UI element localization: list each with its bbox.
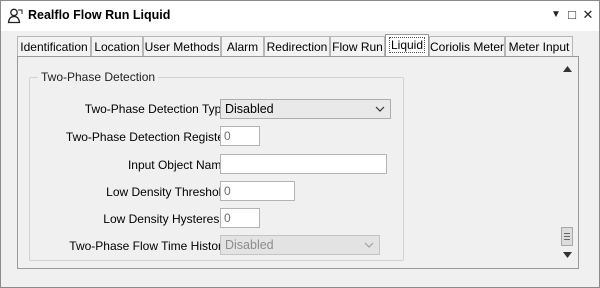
title-bar[interactable]: Realflo Flow Run Liquid ▼ □ ✕ [1, 1, 599, 31]
detection-type-value: Disabled [225, 102, 274, 116]
tab-redirection[interactable]: Redirection [264, 36, 330, 56]
close-icon[interactable]: ✕ [581, 7, 595, 23]
app-person-icon [7, 8, 23, 24]
tab-liquid[interactable]: Liquid [385, 34, 429, 57]
tab-flow-run[interactable]: Flow Run [330, 36, 385, 56]
chevron-down-icon [375, 106, 385, 112]
low-density-threshold-label: Low Density Threshold [106, 185, 228, 199]
chevron-down-icon [364, 242, 374, 248]
tab-alarm[interactable]: Alarm [221, 36, 264, 56]
flow-time-history-value: Disabled [225, 238, 274, 252]
tab-meter-input[interactable]: Meter Input [505, 36, 573, 56]
tab-identification[interactable]: Identification [17, 36, 91, 56]
detection-type-label: Two-Phase Detection Type [84, 102, 228, 116]
flow-time-history-select[interactable]: Disabled [220, 235, 380, 255]
input-object-name-input[interactable] [220, 154, 387, 174]
detection-register-input[interactable]: 0 [220, 126, 260, 146]
tab-panel: Two-Phase Detection Two-Phase Detection … [17, 56, 579, 269]
window-title: Realflo Flow Run Liquid [28, 8, 171, 22]
flow-time-history-label: Two-Phase Flow Time History [69, 239, 228, 253]
group-title: Two-Phase Detection [38, 70, 159, 84]
low-density-hysteresis-label: Low Density Hysteresis [103, 212, 228, 226]
scroll-down-arrow-icon[interactable] [563, 252, 572, 258]
scroll-up-arrow-icon[interactable] [563, 66, 572, 72]
scrollbar-thumb[interactable] [561, 227, 573, 246]
dropdown-arrow-icon[interactable]: ▼ [549, 7, 563, 23]
two-phase-detection-group: Two-Phase Detection Two-Phase Detection … [29, 70, 404, 261]
input-object-name-label: Input Object Name [127, 158, 228, 172]
app-window: Realflo Flow Run Liquid ▼ □ ✕ Identifica… [0, 0, 600, 288]
tab-coriolis-meter[interactable]: Coriolis Meter [429, 36, 505, 56]
low-density-hysteresis-input[interactable]: 0 [220, 208, 260, 228]
low-density-threshold-input[interactable]: 0 [220, 181, 295, 201]
tab-location[interactable]: Location [91, 36, 143, 56]
detection-type-select[interactable]: Disabled [220, 99, 391, 119]
vertical-scrollbar[interactable] [559, 59, 576, 265]
maximize-icon[interactable]: □ [565, 7, 579, 23]
tab-user-methods[interactable]: User Methods [143, 36, 221, 56]
detection-register-label: Two-Phase Detection Register [65, 130, 228, 144]
